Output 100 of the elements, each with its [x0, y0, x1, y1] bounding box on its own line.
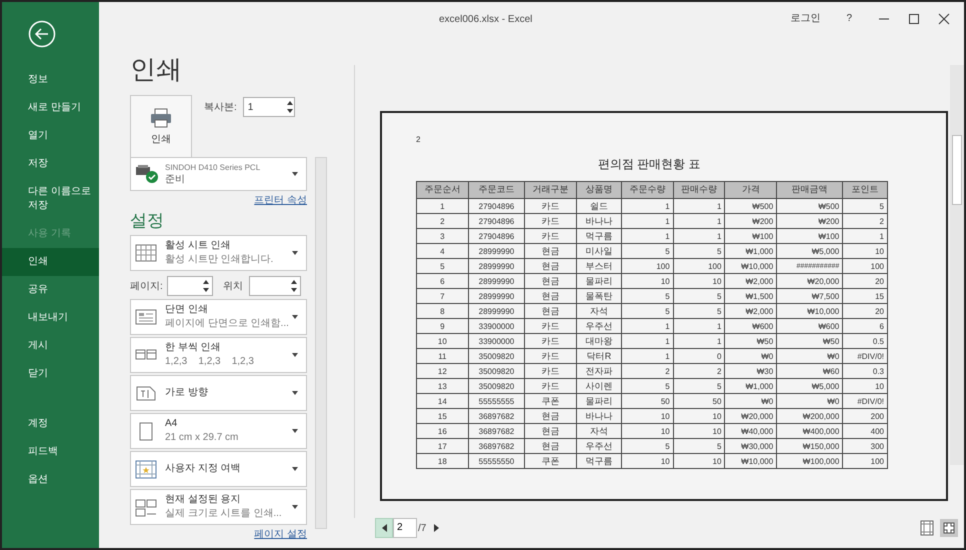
table-cell: 27904896 — [468, 228, 525, 244]
table-cell: 1 — [673, 214, 725, 228]
table-cell: 5 — [416, 258, 468, 274]
table-cell: 14 — [416, 394, 468, 408]
table-cell: 6 — [416, 274, 468, 288]
table-cell: 10 — [673, 408, 725, 424]
printer-status: 준비 — [165, 174, 186, 186]
table-cell: 5 — [622, 288, 674, 304]
column-header: 포인트 — [842, 182, 888, 198]
page-field[interactable]: 2 — [393, 518, 417, 538]
table-cell: 28999990 — [468, 288, 525, 304]
sidebar-item[interactable]: 내보내기 — [2, 304, 99, 332]
sidebar-item[interactable]: 계정 — [2, 410, 99, 438]
table-cell: 10 — [622, 408, 674, 424]
help-button[interactable]: ? — [838, 11, 860, 26]
table-cell: #DIV/0! — [842, 348, 888, 364]
next-page-icon[interactable] — [434, 524, 440, 532]
scrollbar[interactable] — [315, 157, 327, 529]
scrollbar[interactable] — [950, 65, 964, 465]
table-cell: ₩10,000 — [724, 454, 777, 468]
show-margins-icon[interactable] — [920, 520, 934, 536]
table-cell: 100 — [842, 454, 888, 468]
scrollbar-thumb[interactable] — [952, 135, 962, 205]
print-button[interactable]: 인쇄 — [130, 95, 192, 159]
table-cell: 27904896 — [468, 198, 525, 214]
table-cell: ₩600 — [776, 318, 843, 334]
dropdown-arrow-icon — [292, 429, 298, 433]
table-cell: 5 — [622, 378, 674, 394]
table-cell: 카드 — [524, 228, 576, 244]
table-cell: 전자파 — [576, 364, 622, 378]
page-from-field[interactable] — [166, 276, 213, 296]
table-cell: 10 — [673, 274, 725, 288]
sidebar-item[interactable]: 새로 만들기 — [2, 94, 99, 122]
sign-in-link[interactable]: 로그인 — [790, 11, 820, 26]
column-header: 주문코드 — [468, 182, 525, 198]
sidebar-item[interactable]: 게시 — [2, 332, 99, 360]
page-setup-link[interactable]: 페이지 설정 — [254, 527, 307, 542]
sidebar-item[interactable]: 다른 이름으로 저장 — [2, 178, 99, 220]
sidebar-item[interactable]: 저장 — [2, 150, 99, 178]
table-cell: 33900000 — [468, 318, 525, 334]
column-header: 거래구분 — [524, 182, 576, 198]
table-cell: 5 — [842, 198, 888, 214]
sidebar-item[interactable]: 공유 — [2, 276, 99, 304]
sidebar-item[interactable]: 인쇄 — [2, 248, 99, 276]
copies-label: 복사본: — [204, 100, 237, 114]
printer-properties-link[interactable]: 프린터 속성 — [254, 193, 307, 208]
print-setting-dropdown[interactable]: 한 부씩 인쇄 1,2,3 1,2,3 1,2,3 — [130, 337, 307, 373]
table-cell: 9 — [416, 318, 468, 334]
previous-page-button[interactable] — [375, 518, 393, 538]
table-cell: 5 — [622, 244, 674, 258]
print-setting-dropdown[interactable]: 현재 설정된 용지 실제 크기로 시트를 인쇄... — [130, 489, 307, 525]
table-cell: ₩50 — [776, 334, 843, 348]
table-cell: ₩30 — [724, 364, 777, 378]
sidebar-item[interactable]: 피드백 — [2, 438, 99, 466]
table-cell: ₩500 — [724, 198, 777, 214]
sidebar-item[interactable]: 옵션 — [2, 466, 99, 494]
table-cell: 55555550 — [468, 454, 525, 468]
page-number: 2 — [416, 135, 422, 145]
table-cell: 10 — [842, 378, 888, 394]
sidebar-item[interactable]: 정보 — [2, 66, 99, 94]
maximize-icon[interactable] — [908, 12, 920, 24]
column-header: 상품명 — [576, 182, 622, 198]
sidebar-item[interactable]: 닫기 — [2, 360, 99, 388]
table-cell: ₩1,000 — [724, 244, 777, 258]
table-cell: 물파리 — [576, 274, 622, 288]
table-cell: 35009820 — [468, 364, 525, 378]
table-cell: 6 — [842, 318, 888, 334]
table-cell: ₩0 — [776, 348, 843, 364]
table-cell: 카드 — [524, 334, 576, 348]
table-cell: 11 — [416, 348, 468, 364]
dropdown-arrow-icon — [292, 505, 298, 509]
table-cell: 1 — [673, 228, 725, 244]
table-cell: ₩2,000 — [724, 274, 777, 288]
table-cell: 7 — [416, 288, 468, 304]
table-cell: 자석 — [576, 304, 622, 318]
page-heading: 인쇄 — [130, 53, 183, 85]
page-to-field[interactable] — [248, 276, 301, 296]
table-cell: 1 — [622, 318, 674, 334]
table-cell: 1 — [622, 198, 674, 214]
print-setting-dropdown[interactable]: 사용자 지정 여백 — [130, 451, 307, 487]
table-cell: 15 — [842, 288, 888, 304]
sidebar-item[interactable]: 열기 — [2, 122, 99, 150]
dropdown-arrow-icon — [292, 467, 298, 471]
table-cell: 1 — [622, 334, 674, 348]
table-cell: 1 — [416, 198, 468, 214]
copies-field[interactable]: 1 — [242, 97, 295, 117]
print-setting-dropdown[interactable]: 활성 시트 인쇄 활성 시트만 인쇄합니다. — [130, 235, 307, 271]
close-icon[interactable] — [938, 12, 950, 24]
table-cell: 현금 — [524, 424, 576, 438]
table-cell: ₩100,000 — [776, 454, 843, 468]
printer-name: SINDOH D410 Series PCL — [165, 162, 262, 174]
print-setting-dropdown[interactable]: 가로 방향 — [130, 375, 307, 411]
zoom-to-page-button[interactable] — [940, 519, 958, 537]
print-setting-dropdown[interactable]: 단면 인쇄 페이지에 단면으로 인쇄함... — [130, 299, 307, 335]
table-cell: ₩10,000 — [776, 304, 843, 318]
table-cell: 13 — [416, 378, 468, 394]
table-cell: 현금 — [524, 438, 576, 454]
print-setting-dropdown[interactable]: A4 21 cm x 29.7 cm — [130, 413, 307, 449]
table-cell: 28999990 — [468, 244, 525, 258]
printer-dropdown[interactable]: SINDOH D410 Series PCL 준비 — [130, 157, 307, 191]
